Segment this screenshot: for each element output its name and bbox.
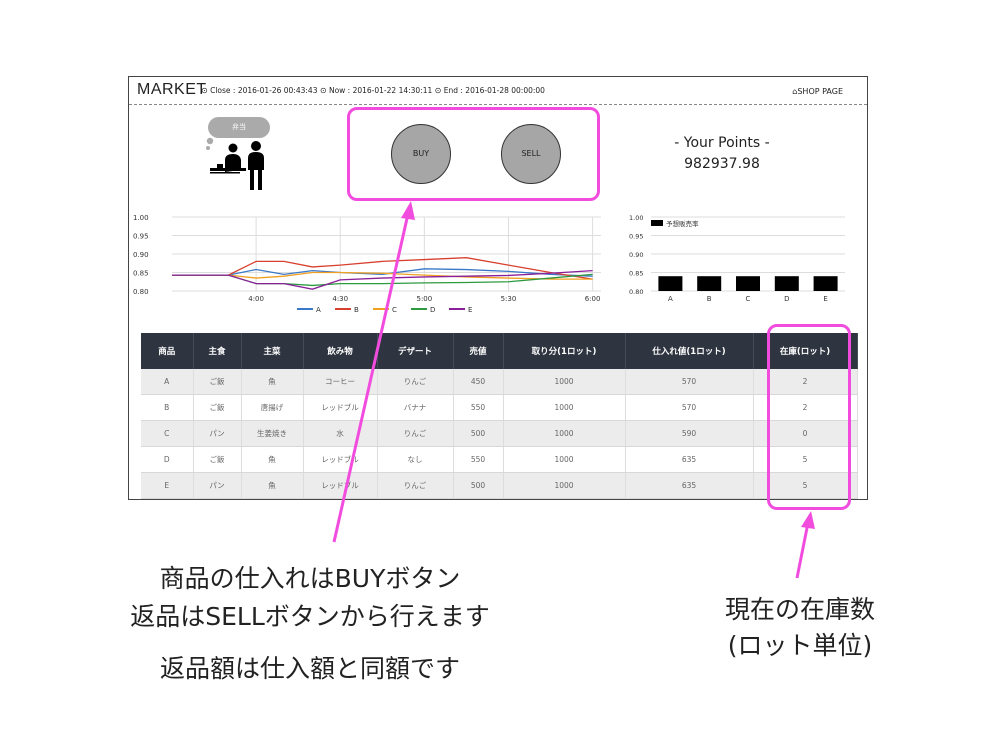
arrowhead-buy-sell — [401, 201, 415, 220]
annotation-right-line2: (ロット単位) — [727, 631, 873, 660]
arrow-line-buy-sell — [332, 213, 410, 543]
arrowhead-stock — [801, 511, 815, 529]
annotation-right: 現在の在庫数 (ロット単位) — [680, 592, 920, 664]
annotation-right-line1: 現在の在庫数 — [724, 595, 875, 624]
annotation-left-line2: 返品はSELLボタンから行えます — [130, 602, 490, 631]
annotation-left: 商品の仕入れはBUYボタン 返品はSELLボタンから行えます — [60, 560, 560, 636]
arrow-line-stock — [795, 522, 810, 579]
annotation-left-line1: 商品の仕入れはBUYボタン — [159, 564, 461, 593]
annotation-left-line3: 返品額は仕入額と同額です — [159, 654, 460, 683]
